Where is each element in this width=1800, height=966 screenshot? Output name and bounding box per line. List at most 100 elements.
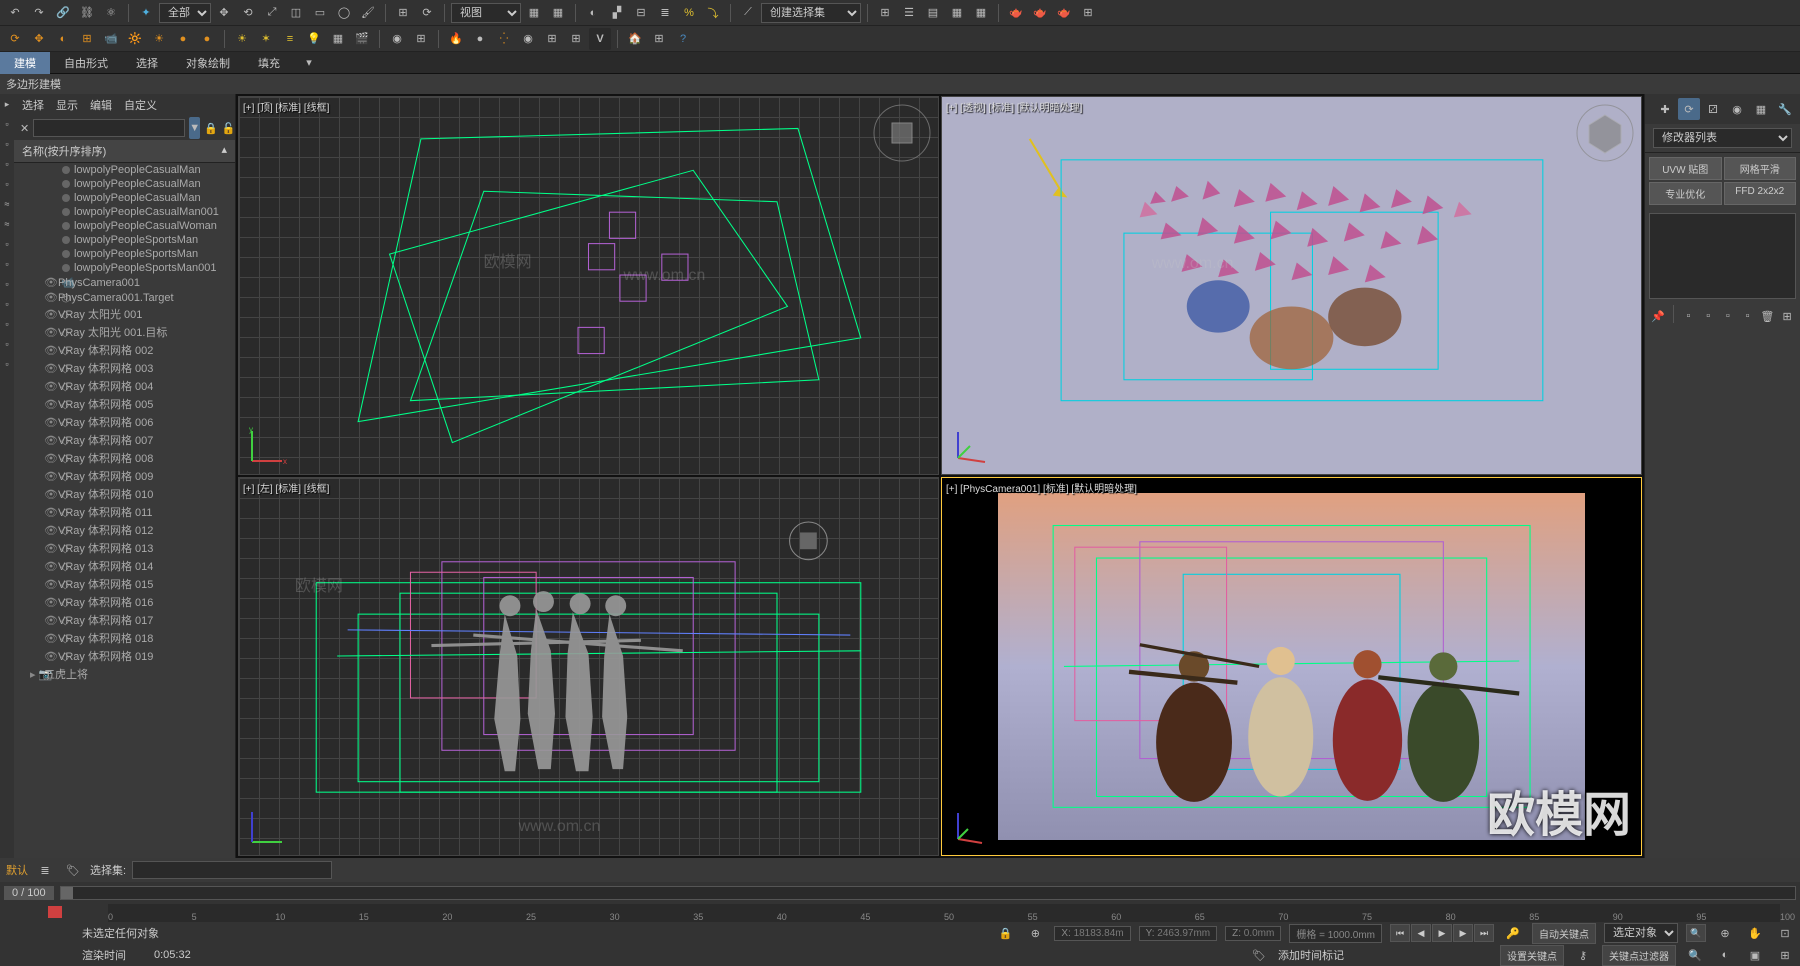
lasso-icon[interactable]: ◯ xyxy=(333,2,355,24)
play-icon[interactable]: ▶ xyxy=(1432,924,1452,942)
scene-item[interactable]: 👁 ◇VRay 体积网格 006 xyxy=(14,413,235,431)
shape2-icon[interactable]: ● xyxy=(196,28,218,50)
rail-icon-6[interactable]: ≈ xyxy=(0,194,14,214)
viewport-perspective[interactable]: [+] [透视] [标准] [默认明暗处理] xyxy=(941,96,1642,475)
bars-icon[interactable]: ≡ xyxy=(279,28,301,50)
rail-icon-9[interactable]: ▫ xyxy=(0,254,14,274)
stack-config-icon[interactable]: ⊞ xyxy=(1778,305,1796,327)
paint-select-icon[interactable]: 🖌 xyxy=(357,2,379,24)
key-target-dropdown[interactable]: 选定对象 xyxy=(1604,923,1678,943)
sphere-icon[interactable]: ● xyxy=(469,28,491,50)
window1-icon[interactable]: ⊞ xyxy=(541,28,563,50)
layers-icon[interactable]: ≣ xyxy=(34,859,56,881)
lock2-icon[interactable]: 🔓 xyxy=(222,117,236,139)
scene-item[interactable]: 👁 ◇VRay 体积网格 008 xyxy=(14,449,235,467)
stack-trash-icon[interactable]: 🗑 xyxy=(1758,305,1776,327)
tag2-icon[interactable]: 🏷 xyxy=(1248,944,1270,966)
selection-filter-dropdown[interactable]: 全部 xyxy=(159,3,211,23)
nav-zoom-icon[interactable]: 🔍 xyxy=(1686,924,1706,942)
place-icon[interactable]: ◫ xyxy=(285,2,307,24)
tag-icon[interactable]: 🏷 xyxy=(62,859,84,881)
nav-region-icon[interactable]: ▣ xyxy=(1744,944,1766,966)
modifier-list-dropdown[interactable]: 修改器列表 xyxy=(1653,128,1792,148)
scene-item[interactable]: lowpolyPeopleSportsMan xyxy=(14,247,235,261)
scene-item[interactable]: 👁 ◇VRay 体积网格 018 xyxy=(14,629,235,647)
teapot2-icon[interactable]: 🫖 xyxy=(1029,2,1051,24)
vray-icon[interactable]: V xyxy=(589,28,611,50)
tab-object-paint[interactable]: 对象绘制 xyxy=(172,52,244,74)
redo-icon[interactable]: ↷ xyxy=(28,2,50,24)
coord-x[interactable]: X: 18183.84m xyxy=(1054,926,1130,941)
globe-icon[interactable]: ◉ xyxy=(517,28,539,50)
modifier-stack[interactable] xyxy=(1649,213,1796,299)
viewport-persp-label[interactable]: [+] [透视] [标准] [默认明暗处理] xyxy=(946,99,1082,114)
lock1-icon[interactable]: 🔒 xyxy=(204,117,218,139)
viewport-left-label[interactable]: [+] [左] [标准] [线框] xyxy=(243,480,329,495)
zoom-icon[interactable]: ◐ xyxy=(52,28,74,50)
teapot3-icon[interactable]: 🫖 xyxy=(1053,2,1075,24)
rail-icon-7[interactable]: ≈ xyxy=(0,214,14,234)
goto-end-icon[interactable]: ⏭ xyxy=(1474,924,1494,942)
sort-icon[interactable]: ▴ xyxy=(221,143,227,159)
dots-icon[interactable]: ⁛ xyxy=(493,28,515,50)
align-icon[interactable]: ⊟ xyxy=(630,2,652,24)
render-setup-icon[interactable]: ▦ xyxy=(946,2,968,24)
help-icon[interactable]: ? xyxy=(672,28,694,50)
scene-item[interactable]: 👁 ◇VRay 太阳光 001.目标 xyxy=(14,323,235,341)
clapper-icon[interactable]: 🎬 xyxy=(351,28,373,50)
viewport-top-label[interactable]: [+] [顶] [标准] [线框] xyxy=(243,99,329,114)
nav-max-icon[interactable]: ⊡ xyxy=(1774,922,1796,944)
scene-item[interactable]: 👁 ◇VRay 体积网格 002 xyxy=(14,341,235,359)
rail-icon-3[interactable]: ▫ xyxy=(0,134,14,154)
grid-icon[interactable]: ⊞ xyxy=(1077,2,1099,24)
tab-modeling[interactable]: 建模 xyxy=(0,52,50,74)
key-mode-icon[interactable]: 🔑 xyxy=(1502,922,1524,944)
scene-item[interactable]: lowpolyPeopleSportsMan001 xyxy=(14,261,235,275)
tool2-icon[interactable]: ▦ xyxy=(547,2,569,24)
scene-item[interactable]: 👁 ◇VRay 体积网格 003 xyxy=(14,359,235,377)
scene-filter-input[interactable] xyxy=(33,119,185,137)
scene-item[interactable]: 👁 ◇VRay 体积网格 014 xyxy=(14,557,235,575)
viewport-top[interactable]: [+] [顶] [标准] [线框] xyxy=(238,96,939,475)
scene-item[interactable]: lowpolyPeopleSportsMan xyxy=(14,233,235,247)
rail-icon-1[interactable]: ▸ xyxy=(0,94,14,114)
scene-item[interactable]: 👁 ◇VRay 体积网格 005 xyxy=(14,395,235,413)
scene-item[interactable]: 👁 ◇VRay 体积网格 010 xyxy=(14,485,235,503)
selection-set-input[interactable] xyxy=(132,861,332,879)
nav-orbit-icon[interactable]: ⊕ xyxy=(1714,922,1736,944)
snap-icon[interactable]: ⊞ xyxy=(392,2,414,24)
light1-icon[interactable]: 🔆 xyxy=(124,28,146,50)
scene-item[interactable]: 👁 ◎PhysCamera001.Target xyxy=(14,290,235,305)
mod-ffd-button[interactable]: FFD 2x2x2 xyxy=(1724,182,1797,205)
undo-icon[interactable]: ↶ xyxy=(4,2,26,24)
circle-icon[interactable]: ◉ xyxy=(386,28,408,50)
nav-fov-icon[interactable]: ◐ xyxy=(1714,944,1736,966)
header-edit[interactable]: 编辑 xyxy=(90,97,112,113)
header-custom[interactable]: 自定义 xyxy=(124,97,157,113)
key-filter-icon[interactable]: ⚷ xyxy=(1572,944,1594,966)
material-icon[interactable]: ▤ xyxy=(922,2,944,24)
rail-icon-5[interactable]: ▫ xyxy=(0,174,14,194)
rail-icon-4[interactable]: ▫ xyxy=(0,154,14,174)
sun1-icon[interactable]: ☀ xyxy=(231,28,253,50)
rotate-icon[interactable]: ⟲ xyxy=(237,2,259,24)
time-marker-icon[interactable] xyxy=(48,906,62,918)
tab-freeform[interactable]: 自由形式 xyxy=(50,52,122,74)
scene-item[interactable]: lowpolyPeopleCasualMan001 xyxy=(14,205,235,219)
cmd-display-icon[interactable]: ▦ xyxy=(1750,98,1772,120)
bulb-icon[interactable]: 💡 xyxy=(303,28,325,50)
link-icon[interactable]: 🔗 xyxy=(52,2,74,24)
scene-item[interactable]: 👁 ◇VRay 体积网格 015 xyxy=(14,575,235,593)
bind-icon[interactable]: ⚛ xyxy=(100,2,122,24)
light2-icon[interactable]: ☀ xyxy=(148,28,170,50)
scene-item[interactable]: lowpolyPeopleCasualMan xyxy=(14,191,235,205)
rail-icon-13[interactable]: ▫ xyxy=(0,334,14,354)
close-panel-icon[interactable]: ✕ xyxy=(20,117,29,139)
stack-tool1-icon[interactable]: ▫ xyxy=(1680,305,1698,327)
curve-icon[interactable]: ⤵ xyxy=(702,2,724,24)
scene-item[interactable]: 👁 ◇VRay 体积网格 016 xyxy=(14,593,235,611)
rail-icon-2[interactable]: ▫ xyxy=(0,114,14,134)
nav-maxtoggle-icon[interactable]: ⊞ xyxy=(1774,944,1796,966)
pin-stack-icon[interactable]: 📌 xyxy=(1649,305,1667,327)
tool5-icon[interactable]: ⊞ xyxy=(874,2,896,24)
